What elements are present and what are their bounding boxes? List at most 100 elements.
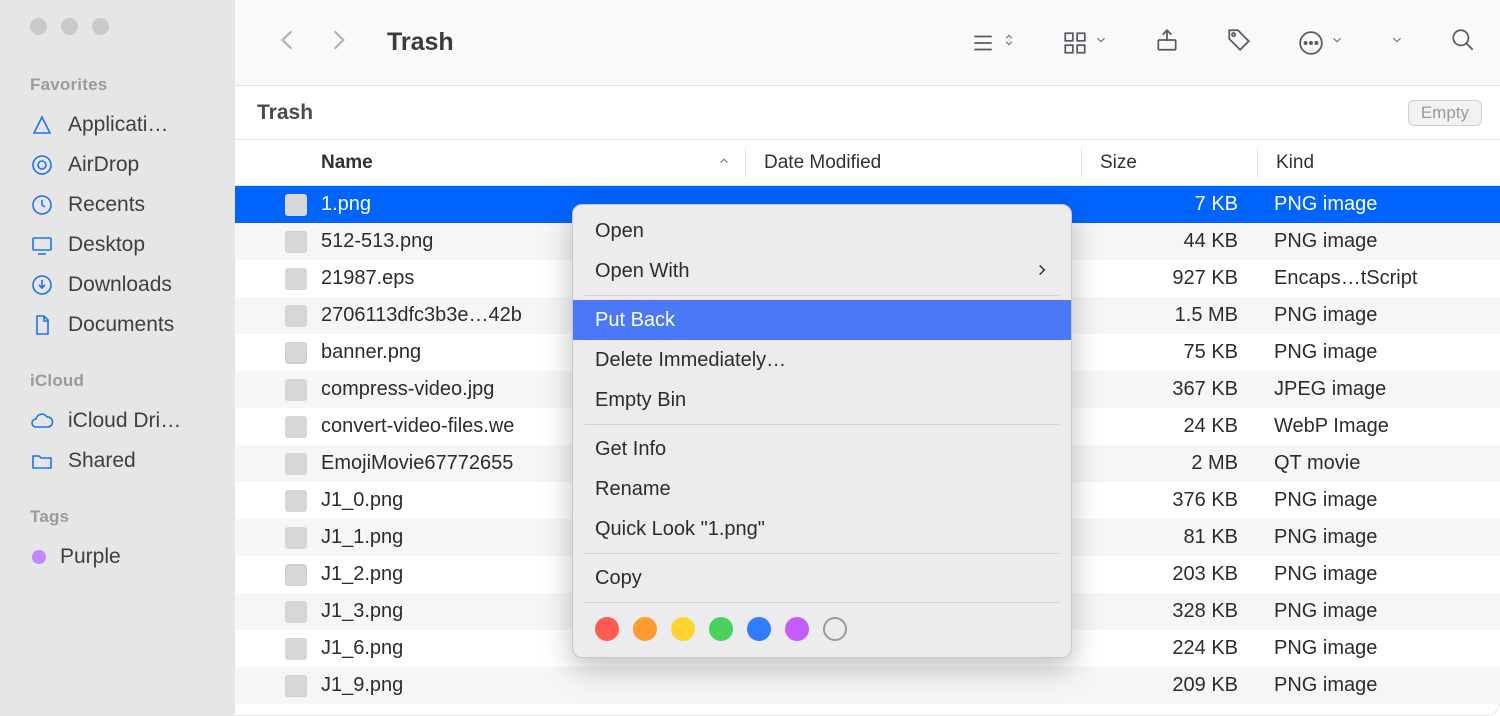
sidebar-item-downloads[interactable]: Downloads [0, 265, 235, 305]
tag-color-yellow[interactable] [671, 617, 695, 641]
column-header-name[interactable]: Name [235, 152, 745, 174]
search-button[interactable] [1450, 27, 1476, 58]
location-title: Trash [257, 101, 1408, 125]
share-icon [1154, 27, 1180, 53]
file-name: J1_6.png [321, 637, 403, 660]
close-window-icon[interactable] [30, 18, 47, 35]
sidebar-favorites-heading: Favorites [0, 75, 235, 105]
context-put-back[interactable]: Put Back [573, 300, 1071, 340]
grid-icon [1062, 30, 1088, 56]
toolbar-overflow-button[interactable] [1390, 33, 1404, 52]
file-name: convert-video-files.we [321, 415, 514, 438]
tag-color-green[interactable] [709, 617, 733, 641]
context-empty-bin[interactable]: Empty Bin [573, 380, 1071, 420]
file-name: 1.png [321, 193, 371, 216]
sidebar-item-applications[interactable]: Applicati… [0, 105, 235, 145]
column-header-kind[interactable]: Kind [1258, 152, 1500, 174]
file-kind: PNG image [1260, 230, 1500, 253]
file-thumbnail-icon [285, 416, 307, 438]
column-header-date[interactable]: Date Modified [746, 152, 1081, 174]
file-thumbnail-icon [285, 379, 307, 401]
context-open[interactable]: Open [573, 211, 1071, 251]
file-size: 24 KB [1070, 415, 1260, 438]
file-name: J1_1.png [321, 526, 403, 549]
file-thumbnail-icon [285, 564, 307, 586]
file-name: compress-video.jpg [321, 378, 494, 401]
chevron-down-icon [1094, 33, 1108, 52]
tag-color-blue[interactable] [747, 617, 771, 641]
sidebar-item-icloud-drive[interactable]: iCloud Dri… [0, 401, 235, 441]
file-size: 1.5 MB [1070, 304, 1260, 327]
tags-button[interactable] [1226, 27, 1252, 58]
file-name: 512-513.png [321, 230, 433, 253]
context-quick-look[interactable]: Quick Look "1.png" [573, 509, 1071, 549]
sidebar-item-label: Desktop [68, 233, 145, 257]
sidebar-item-recents[interactable]: Recents [0, 185, 235, 225]
ellipsis-circle-icon [1298, 30, 1324, 56]
forward-button[interactable] [325, 27, 351, 58]
file-kind: JPEG image [1260, 378, 1500, 401]
submenu-arrow-icon [1035, 260, 1049, 283]
file-kind: PNG image [1260, 193, 1500, 216]
file-kind: Encaps…tScript [1260, 267, 1500, 290]
tag-dot-icon [32, 550, 46, 564]
path-bar: Trash Empty [235, 85, 1500, 140]
file-name: 2706113dfc3b3e…42b [321, 304, 522, 327]
context-get-info[interactable]: Get Info [573, 429, 1071, 469]
desktop-icon [30, 233, 54, 257]
cloud-icon [30, 409, 54, 433]
file-size: 376 KB [1070, 489, 1260, 512]
file-thumbnail-icon [285, 453, 307, 475]
context-delete-immediately[interactable]: Delete Immediately… [573, 340, 1071, 380]
context-copy[interactable]: Copy [573, 558, 1071, 598]
file-thumbnail-icon [285, 601, 307, 623]
sidebar-item-airdrop[interactable]: AirDrop [0, 145, 235, 185]
context-open-with[interactable]: Open With [573, 251, 1071, 291]
sidebar-item-documents[interactable]: Documents [0, 305, 235, 345]
zoom-window-icon[interactable] [92, 18, 109, 35]
file-kind: PNG image [1260, 489, 1500, 512]
context-separator [585, 602, 1059, 603]
share-button[interactable] [1154, 27, 1180, 58]
file-kind: QT movie [1260, 452, 1500, 475]
context-rename[interactable]: Rename [573, 469, 1071, 509]
tag-color-red[interactable] [595, 617, 619, 641]
minimize-window-icon[interactable] [61, 18, 78, 35]
file-kind: PNG image [1260, 341, 1500, 364]
file-kind: PNG image [1260, 526, 1500, 549]
file-thumbnail-icon [285, 675, 307, 697]
sidebar-item-desktop[interactable]: Desktop [0, 225, 235, 265]
file-name: J1_0.png [321, 489, 403, 512]
downloads-icon [30, 273, 54, 297]
file-size: 367 KB [1070, 378, 1260, 401]
back-button[interactable] [275, 27, 301, 58]
sidebar-item-label: AirDrop [68, 153, 139, 177]
file-row[interactable]: J1_9.png209 KBPNG image [235, 667, 1500, 704]
context-menu: Open Open With Put Back Delete Immediate… [572, 204, 1072, 658]
file-name: J1_2.png [321, 563, 403, 586]
sidebar-tag-purple[interactable]: Purple [0, 537, 235, 577]
sidebar-item-shared[interactable]: Shared [0, 441, 235, 481]
chevron-up-down-icon [1002, 33, 1016, 52]
tag-color-purple[interactable] [785, 617, 809, 641]
chevron-down-icon [1330, 33, 1344, 52]
sidebar-item-label: Downloads [68, 273, 172, 297]
file-kind: PNG image [1260, 674, 1500, 697]
file-name: J1_9.png [321, 674, 403, 697]
tag-color-none[interactable] [823, 617, 847, 641]
tag-icon [1226, 27, 1252, 53]
sidebar-item-label: Recents [68, 193, 145, 217]
action-menu-button[interactable] [1298, 30, 1344, 56]
file-thumbnail-icon [285, 342, 307, 364]
tag-color-orange[interactable] [633, 617, 657, 641]
sidebar: Favorites Applicati… AirDrop Recents Des… [0, 0, 235, 716]
toolbar: Trash [235, 0, 1500, 85]
sidebar-tags-heading: Tags [0, 507, 235, 537]
group-by-button[interactable] [1062, 30, 1108, 56]
context-separator [585, 553, 1059, 554]
sidebar-item-label: Purple [60, 545, 121, 569]
file-thumbnail-icon [285, 194, 307, 216]
empty-trash-button[interactable]: Empty [1408, 100, 1482, 126]
view-mode-button[interactable] [970, 30, 1016, 56]
column-header-size[interactable]: Size [1082, 152, 1257, 174]
